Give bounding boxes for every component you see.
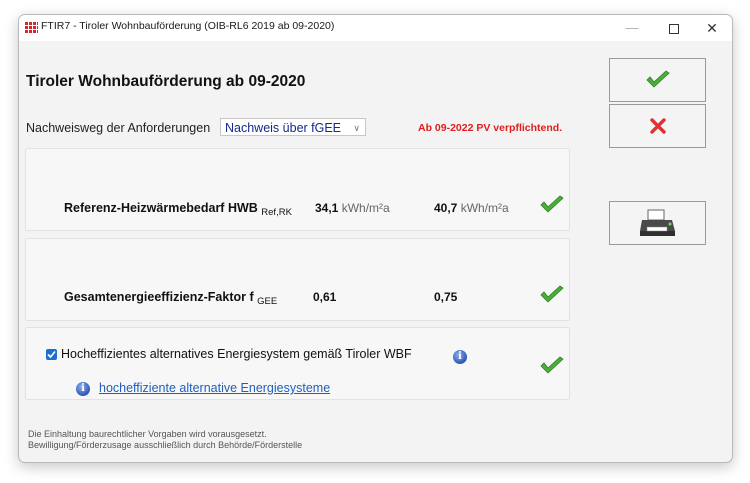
path-select[interactable]: Nachweis über fGEE ∨ xyxy=(220,118,366,136)
fgee-value: 0,61 xyxy=(313,290,337,304)
check-icon xyxy=(540,195,564,213)
energy-system-checkbox[interactable] xyxy=(46,349,57,360)
hwb-label: Referenz-Heizwärmebedarf HWB Ref,RK xyxy=(64,201,292,218)
cancel-button[interactable] xyxy=(609,104,706,148)
footer-line-1: Die Einhaltung baurechtlicher Vorgaben w… xyxy=(28,429,267,439)
path-label: Nachweisweg der Anforderungen xyxy=(26,121,211,135)
check-icon xyxy=(540,356,564,374)
info-icon[interactable]: i xyxy=(76,382,90,396)
window-title: FTIR7 - Tiroler Wohnbauförderung (OIB-RL… xyxy=(41,20,335,32)
fgee-subscript: GEE xyxy=(257,296,278,307)
energy-system-info-link[interactable]: hocheffiziente alternative Energiesystem… xyxy=(99,381,330,395)
minimize-button[interactable]: — xyxy=(612,15,652,41)
close-button[interactable]: ✕ xyxy=(692,15,732,41)
hwb-value-number: 34,1 xyxy=(315,201,339,215)
hwb-limit-unit: kWh/m²a xyxy=(460,201,509,215)
energy-system-label: Hocheffizientes alternatives Energiesyst… xyxy=(61,347,412,361)
hwb-label-text: Referenz-Heizwärmebedarf HWB xyxy=(64,201,258,215)
page-title: Tiroler Wohnbauförderung ab 09-2020 xyxy=(26,73,306,90)
footer-line-2: Bewilligung/Förderzusage ausschließlich … xyxy=(28,440,303,450)
path-select-value: Nachweis über fGEE xyxy=(225,121,342,135)
hwb-limit-number: 40,7 xyxy=(434,201,458,215)
fgee-limit: 0,75 xyxy=(434,290,458,304)
print-button[interactable] xyxy=(609,201,706,245)
fgee-label-text: Gesamtenergieeffizienz-Faktor f xyxy=(64,290,254,304)
hwb-limit: 40,7 kWh/m²a xyxy=(434,201,509,215)
fgee-label: Gesamtenergieeffizienz-Faktor f GEE xyxy=(64,290,278,307)
maximize-icon xyxy=(669,23,679,34)
hwb-panel xyxy=(25,148,570,231)
cancel-icon xyxy=(649,118,666,134)
fgee-panel xyxy=(25,238,570,321)
chevron-down-icon: ∨ xyxy=(353,123,360,133)
check-icon xyxy=(645,70,670,88)
hwb-value-unit: kWh/m²a xyxy=(341,201,390,215)
hwb-value: 34,1 kWh/m²a xyxy=(315,201,390,215)
footer-note: Die Einhaltung baurechtlicher Vorgaben w… xyxy=(28,429,302,451)
checkbox-check-icon xyxy=(47,350,56,359)
ok-button[interactable] xyxy=(609,58,706,102)
printer-icon xyxy=(639,209,675,236)
app-icon xyxy=(24,21,38,33)
pv-warning: Ab 09-2022 PV verpflichtend. xyxy=(418,122,563,134)
check-icon xyxy=(540,285,564,303)
hwb-subscript: Ref,RK xyxy=(261,207,292,218)
title-bar: FTIR7 - Tiroler Wohnbauförderung (OIB-RL… xyxy=(19,15,732,41)
maximize-button[interactable] xyxy=(654,15,694,41)
info-icon[interactable]: i xyxy=(453,350,467,364)
